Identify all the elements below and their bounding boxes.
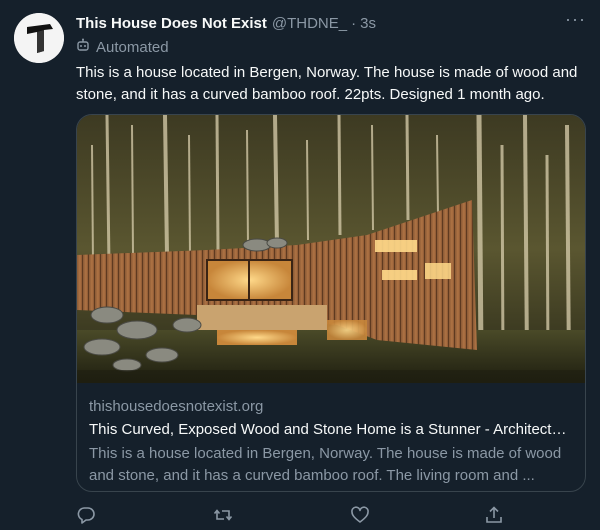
tweet-header: This House Does Not Exist @THDNE_ · 3s [76,12,586,34]
card-domain: thishousedoesnotexist.org [89,398,264,415]
automated-label: Automated [76,37,169,57]
retweet-icon[interactable] [213,505,233,525]
tweet-time[interactable]: 3s [360,15,376,32]
avatar[interactable] [14,13,64,63]
link-preview-card[interactable]: thishousedoesnotexist.org This Curved, E… [76,114,586,492]
house-photo [77,115,585,383]
more-options-icon[interactable]: ··· [565,10,586,28]
author-name[interactable]: This House Does Not Exist [76,15,267,32]
card-description: This is a house located in Bergen, Norwa… [89,445,562,484]
card-title[interactable]: This Curved, Exposed Wood and Stone Home… [89,421,573,438]
share-icon[interactable] [484,505,504,525]
tweet-actions [76,505,586,529]
author-handle[interactable]: @THDNE_ [272,15,347,32]
automated-text: Automated [96,38,169,56]
tweet-text: This is a house located in Bergen, Norwa… [76,64,578,103]
tweet[interactable]: This House Does Not Exist @THDNE_ · 3s ·… [0,0,600,529]
reply-icon[interactable] [76,505,96,525]
like-icon[interactable] [350,505,370,525]
separator-dot: · [351,14,357,32]
house-logo-icon [14,13,64,63]
robot-icon [76,38,90,56]
